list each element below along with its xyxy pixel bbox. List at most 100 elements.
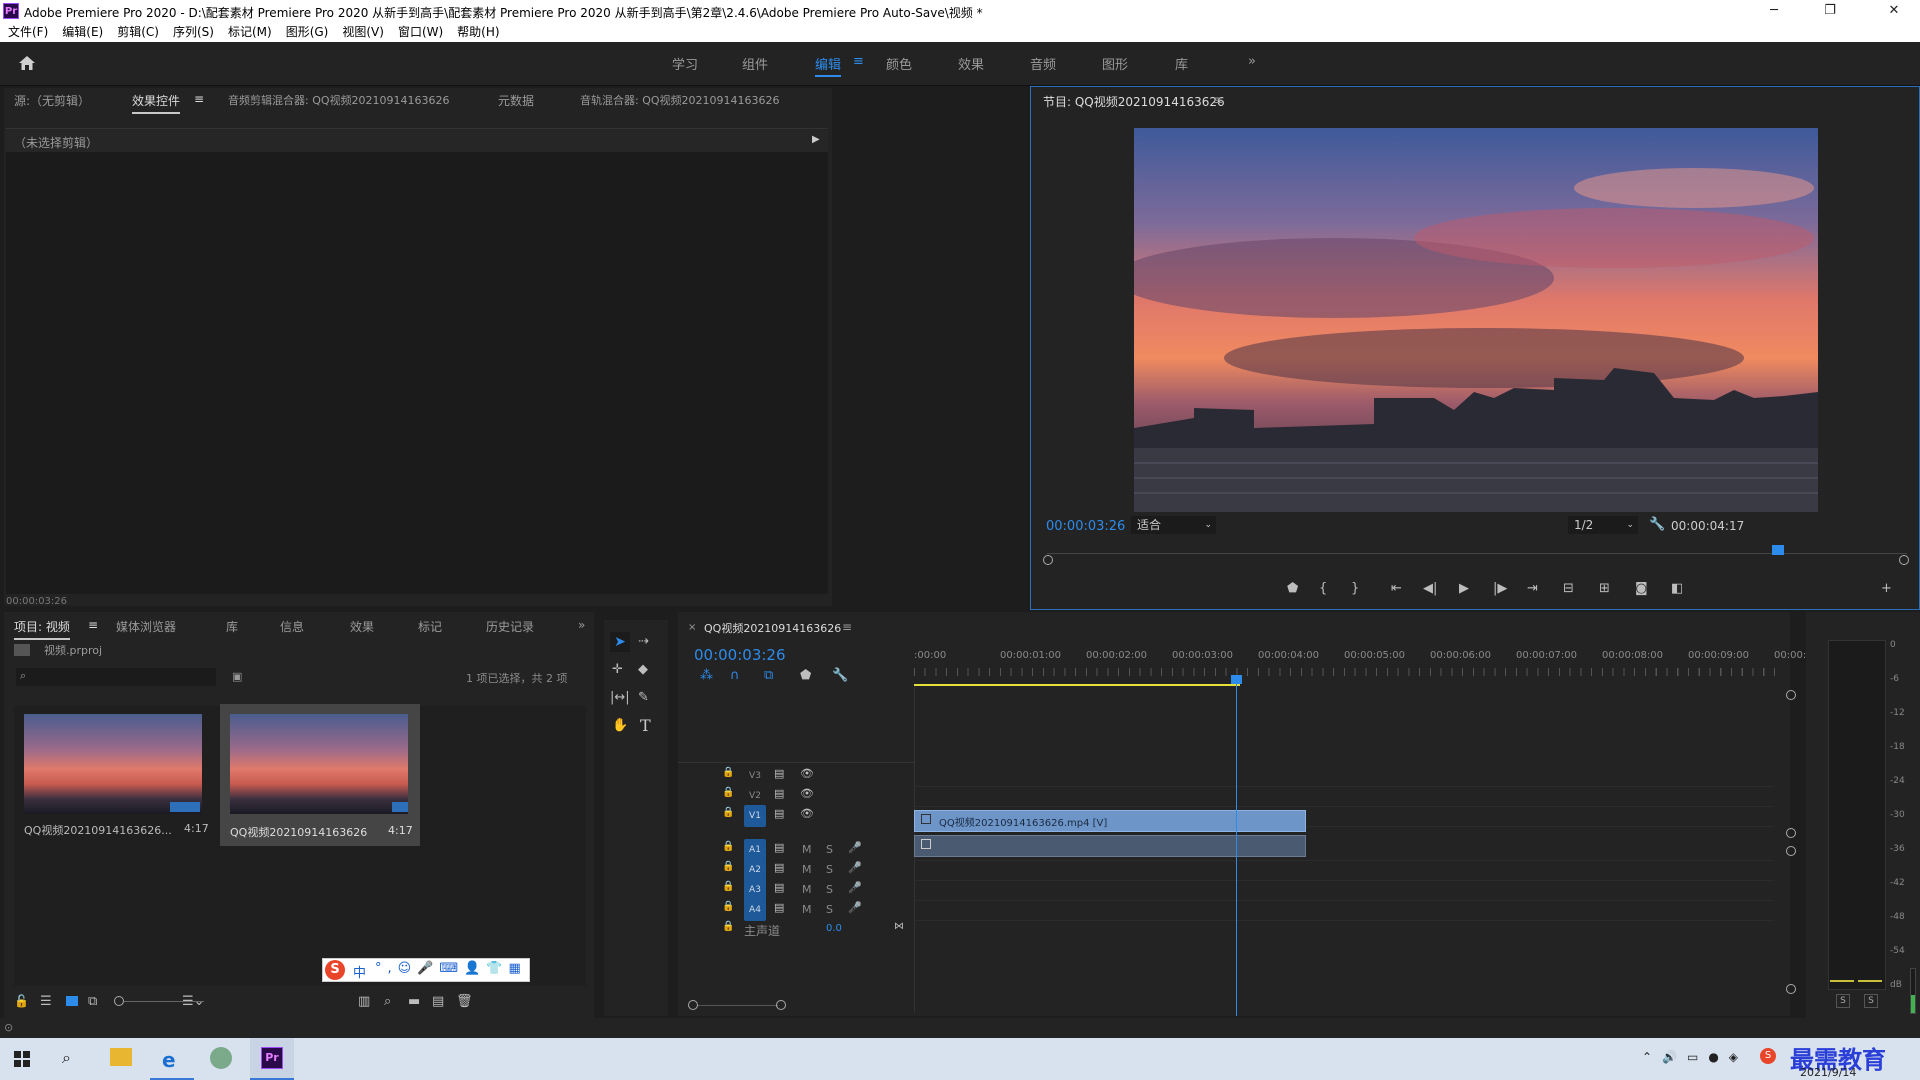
sogou-ime-icon[interactable]: S (325, 960, 345, 980)
h-scrollbar[interactable] (698, 1005, 778, 1006)
track-target-a2[interactable]: A2 (744, 859, 766, 881)
find-icon[interactable]: ⌕ (384, 994, 391, 1009)
magnet-snap-icon[interactable]: ∩ (730, 668, 740, 683)
h-scroll-end[interactable] (776, 1000, 786, 1010)
program-playhead[interactable] (1772, 545, 1784, 555)
timeline-tab[interactable]: QQ视频20210914163626 (704, 620, 841, 636)
mute-button[interactable]: M (802, 903, 812, 916)
solo-button[interactable]: S (826, 843, 833, 856)
track-target-v1[interactable]: V1 (744, 805, 766, 827)
hand-tool-icon[interactable]: ✋ (612, 718, 628, 733)
add-marker-icon[interactable]: ⬟ (1287, 581, 1298, 596)
mute-button[interactable]: M (802, 883, 812, 896)
tab-audio-track-mixer[interactable]: 音轨混合器: QQ视频20210914163626 (580, 92, 780, 108)
lift-icon[interactable]: ⊟ (1563, 581, 1574, 596)
comparison-view-icon[interactable]: ◧ (1671, 581, 1683, 596)
tab-metadata[interactable]: 元数据 (498, 92, 534, 109)
h-scroll-start[interactable] (688, 1000, 698, 1010)
track-header-v3[interactable]: 🔒 V3 ▤ 👁 (678, 766, 914, 786)
search-icon[interactable]: ⌕ (62, 1048, 71, 1068)
close-button[interactable]: ✕ (1872, 0, 1916, 22)
menu-graphics[interactable]: 图形(G) (286, 22, 329, 42)
add-button-icon[interactable]: + (1881, 581, 1892, 596)
wrench-icon[interactable]: 🔧 (1649, 517, 1665, 532)
type-tool-icon[interactable]: T (640, 716, 651, 735)
workspace-editing[interactable]: 编辑 (815, 54, 842, 77)
workspace-color[interactable]: 颜色 (886, 54, 912, 73)
step-back-icon[interactable]: ◀| (1423, 581, 1437, 596)
fit-dropdown[interactable]: 适合 ⌄ (1131, 516, 1216, 534)
track-header-a2[interactable]: 🔒 A2 ▤ M S 🎤 (678, 859, 914, 881)
track-target-v3[interactable]: V3 (744, 765, 766, 787)
menu-clip[interactable]: 剪辑(C) (117, 22, 159, 42)
tab-effect-controls[interactable]: 效果控件 (132, 92, 181, 114)
track-lock-icon[interactable]: 🔒 (722, 901, 734, 912)
solo-button[interactable]: S (826, 903, 833, 916)
menu-help[interactable]: 帮助(H) (457, 22, 499, 42)
voiceover-mic-icon[interactable]: 🎤 (848, 881, 862, 894)
sync-lock-icon[interactable]: ▤ (774, 881, 784, 894)
sort-icon[interactable]: ☰⌄ (182, 994, 205, 1009)
sync-lock-icon[interactable]: ▤ (774, 841, 784, 854)
expand-arrow-icon[interactable]: ▶ (812, 134, 820, 145)
timeline-ruler[interactable]: :00:00 00:00:01:00 00:00:02:00 00:00:03:00 0… (914, 650, 1816, 680)
sync-lock-icon[interactable]: ▤ (774, 807, 784, 820)
timeline-menu-icon[interactable]: ≡ (842, 620, 852, 634)
toggle-output-eye-icon[interactable]: 👁 (800, 807, 814, 820)
v-scroll-top[interactable] (1786, 690, 1796, 700)
program-timecode[interactable]: 00:00:03:26 (1046, 519, 1125, 534)
mark-in-icon[interactable]: { (1319, 581, 1327, 596)
go-to-end-icon[interactable]: ⋈ (894, 921, 904, 932)
workspace-libraries[interactable]: 库 (1175, 54, 1188, 73)
track-header-a3[interactable]: 🔒 A3 ▤ M S 🎤 (678, 879, 914, 901)
edge-browser-icon[interactable]: e (162, 1048, 176, 1072)
timeline-settings-wrench-icon[interactable]: 🔧 (832, 668, 848, 683)
maximize-button[interactable]: ❐ (1808, 0, 1852, 22)
audio-clip[interactable] (914, 835, 1306, 857)
freeform-view-icon[interactable]: ⧉ (88, 994, 97, 1009)
pen-tool-icon[interactable]: ✎ (638, 690, 649, 705)
track-lock-icon[interactable]: 🔒 (722, 861, 734, 872)
workspace-assembly[interactable]: 组件 (742, 54, 768, 73)
work-area-bar[interactable] (914, 684, 1240, 686)
playhead-handle[interactable] (1231, 675, 1242, 684)
camera-icon[interactable]: ◙ (1635, 581, 1648, 596)
icon-view-icon[interactable] (66, 996, 78, 1006)
go-to-in-icon[interactable]: ⇤ (1391, 581, 1402, 596)
a-scroll-bottom[interactable] (1786, 984, 1796, 994)
a-scroll-mid[interactable] (1786, 846, 1796, 856)
razor-tool-icon[interactable]: ◆ (638, 662, 648, 677)
tab-source[interactable]: 源:（无剪辑） (14, 92, 90, 109)
sync-lock-icon[interactable]: ▤ (774, 901, 784, 914)
windows-start-icon[interactable] (14, 1051, 30, 1067)
panel-overflow-icon[interactable]: » (578, 618, 585, 632)
project-item[interactable]: QQ视频20210914163626... 4:17 (18, 706, 210, 846)
workspace-graphics[interactable]: 图形 (1102, 54, 1128, 73)
playhead-line[interactable] (1236, 680, 1237, 1016)
workspace-effects[interactable]: 效果 (958, 54, 984, 73)
mute-button[interactable]: M (802, 843, 812, 856)
tab-project[interactable]: 项目: 视频 (14, 618, 70, 640)
track-lock-icon[interactable]: 🔒 (722, 787, 734, 798)
play-icon[interactable]: ▶ (1459, 581, 1469, 596)
home-icon[interactable] (18, 54, 36, 72)
track-header-v2[interactable]: 🔒 V2 ▤ 👁 (678, 786, 914, 806)
tab-media-browser[interactable]: 媒体浏览器 (116, 618, 176, 635)
workspace-audio[interactable]: 音频 (1030, 54, 1056, 73)
track-select-tool-icon[interactable]: ⇢ (638, 634, 649, 649)
menu-view[interactable]: 视图(V) (342, 22, 384, 42)
solo-button[interactable]: S (826, 883, 833, 896)
sogou-tray-icon[interactable]: S (1760, 1048, 1776, 1064)
timeline-timecode[interactable]: 00:00:03:26 (694, 646, 786, 664)
menu-window[interactable]: 窗口(W) (398, 22, 443, 42)
track-header-v1[interactable]: 🔒 V1 ▤ 👁 (678, 805, 914, 827)
system-tray-icons[interactable]: ⌃🔊▭●◈ (1642, 1050, 1748, 1064)
premiere-taskbar-icon[interactable]: Pr (261, 1047, 283, 1069)
zoom-slider-handle[interactable] (114, 996, 124, 1006)
automate-to-sequence-icon[interactable]: ▥ (358, 994, 370, 1009)
resolution-dropdown[interactable]: 1/2 ⌄ (1568, 516, 1638, 534)
project-menu-icon[interactable]: ≡ (88, 618, 98, 632)
ime-tool-icons[interactable]: °,☺🎤⌨👤👕▦ (375, 961, 527, 976)
slip-tool-icon[interactable]: |↔| (610, 690, 630, 705)
track-target-a4[interactable]: A4 (744, 899, 766, 921)
